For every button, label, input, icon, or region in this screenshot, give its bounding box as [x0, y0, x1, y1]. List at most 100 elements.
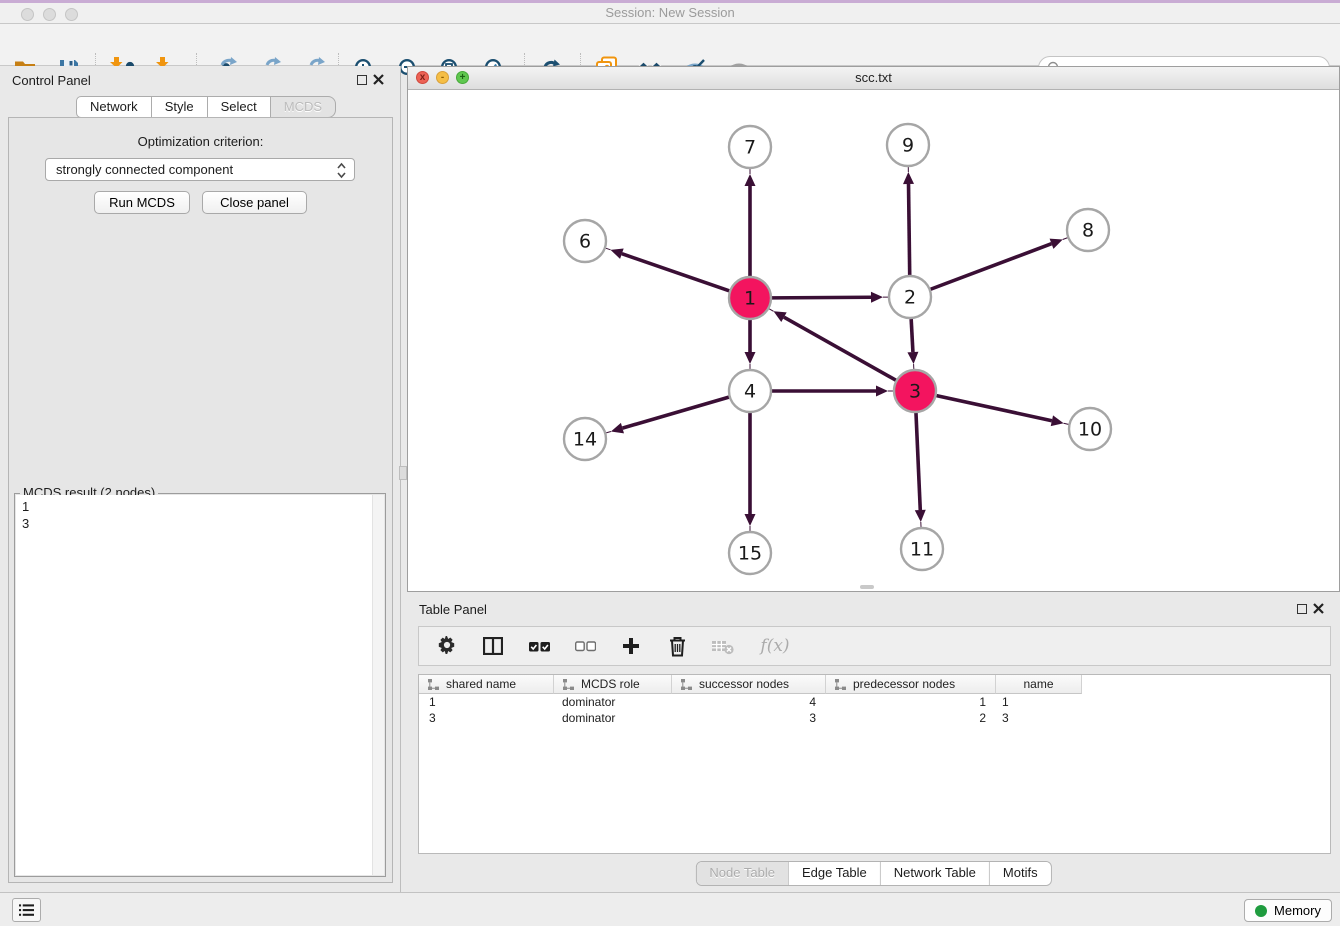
- network-view-window: x - + scc.txt 7968124314101511: [407, 66, 1340, 592]
- graph-edge-4-14[interactable]: [622, 397, 728, 428]
- graph-node-label: 2: [904, 287, 916, 309]
- tab-mcds[interactable]: MCDS: [270, 96, 336, 118]
- table-settings-button[interactable]: [435, 634, 459, 658]
- table-cell[interactable]: dominator: [554, 711, 672, 725]
- column-header-name[interactable]: name: [996, 675, 1082, 694]
- graph-edge-arrow: [907, 352, 918, 364]
- mcds-result-text[interactable]: 1 3: [16, 495, 384, 875]
- graph-node-label: 15: [738, 543, 762, 565]
- show-columns-button[interactable]: [481, 634, 505, 658]
- table-cell[interactable]: 3: [996, 711, 1082, 725]
- hierarchy-icon: [563, 679, 574, 690]
- graph-edge-arrow: [611, 423, 624, 434]
- graph-edge-arrow: [745, 174, 756, 186]
- close-table-panel-icon[interactable]: [1313, 601, 1325, 615]
- resize-grip[interactable]: [860, 585, 874, 589]
- graph-edge-arrow: [611, 249, 624, 259]
- graph-node-label: 3: [909, 381, 921, 403]
- tab-motifs[interactable]: Motifs: [989, 862, 1051, 885]
- close-panel-icon[interactable]: [373, 72, 385, 86]
- optimization-criterion-label: Optimization criterion:: [9, 134, 392, 149]
- create-column-button[interactable]: [619, 634, 643, 658]
- graph-edge-3-1[interactable]: [784, 317, 896, 380]
- graph-node-label: 11: [910, 539, 934, 561]
- result-scrollbar[interactable]: [372, 495, 384, 875]
- table-cell[interactable]: 1: [996, 695, 1082, 709]
- node-table-header: shared name MCDS role successor nodes pr…: [419, 675, 1330, 694]
- node-table: shared name MCDS role successor nodes pr…: [418, 674, 1331, 854]
- run-mcds-button[interactable]: Run MCDS: [94, 191, 190, 214]
- tab-edge-table[interactable]: Edge Table: [788, 862, 880, 885]
- criterion-dropdown[interactable]: strongly connected component: [45, 158, 355, 181]
- graph-edge-tip: [606, 248, 611, 250]
- table-cell[interactable]: dominator: [554, 695, 672, 709]
- mcds-panel: Optimization criterion: strongly connect…: [8, 117, 393, 883]
- column-header-successor-nodes[interactable]: successor nodes: [672, 675, 826, 694]
- select-all-columns-button[interactable]: [527, 634, 551, 658]
- tab-node-table[interactable]: Node Table: [696, 862, 788, 885]
- table-panel: Table Panel: [407, 595, 1340, 890]
- graph-node-label: 10: [1078, 419, 1102, 441]
- network-window-titlebar[interactable]: x - + scc.txt: [408, 67, 1339, 90]
- graph-node-label: 8: [1082, 220, 1094, 242]
- main-toolbar: [0, 24, 1340, 66]
- column-header-mcds-role[interactable]: MCDS role: [554, 675, 672, 694]
- float-panel-icon[interactable]: [357, 75, 367, 85]
- hierarchy-icon: [681, 679, 692, 690]
- table-cell[interactable]: 1: [419, 695, 554, 709]
- table-cell[interactable]: 3: [672, 711, 826, 725]
- graph-edge-2-9[interactable]: [909, 184, 910, 275]
- tab-style[interactable]: Style: [151, 96, 208, 118]
- table-cell[interactable]: 3: [419, 711, 554, 725]
- deselect-all-columns-button[interactable]: [573, 634, 597, 658]
- memory-button[interactable]: Memory: [1244, 899, 1332, 922]
- hierarchy-icon: [835, 679, 846, 690]
- graph-node-label: 4: [744, 381, 756, 403]
- table-cell[interactable]: 4: [672, 695, 826, 709]
- graph-edge-tip: [606, 431, 611, 432]
- graph-edge-arrow: [903, 172, 914, 184]
- close-panel-button[interactable]: Close panel: [202, 191, 307, 214]
- graph-edge-arrow: [1051, 415, 1064, 426]
- graph-edge-1-6[interactable]: [622, 254, 729, 291]
- delete-column-button[interactable]: [665, 634, 689, 658]
- task-history-button[interactable]: [12, 898, 41, 922]
- table-tabs: Node Table Edge Table Network Table Moti…: [695, 861, 1051, 886]
- delete-table-button: [711, 634, 735, 658]
- table-row[interactable]: 3dominator323: [419, 710, 1330, 726]
- columns-icon: [483, 637, 503, 655]
- node-table-body: 1dominator4113dominator323: [419, 694, 1330, 726]
- table-row[interactable]: 1dominator411: [419, 694, 1330, 710]
- control-panel-tabs: Network Style Select MCDS: [77, 96, 336, 118]
- float-table-panel-icon[interactable]: [1297, 604, 1307, 614]
- memory-label: Memory: [1274, 903, 1321, 918]
- list-icon: [19, 903, 34, 917]
- panel-splitter-handle[interactable]: [399, 466, 407, 480]
- select-all-icon: [529, 640, 550, 653]
- tab-network[interactable]: Network: [76, 96, 152, 118]
- graph-edge-2-3[interactable]: [911, 319, 913, 352]
- table-cell[interactable]: 2: [826, 711, 996, 725]
- tab-select[interactable]: Select: [207, 96, 271, 118]
- status-bar: Memory: [0, 892, 1340, 926]
- column-header-shared-name[interactable]: shared name: [419, 675, 554, 694]
- trash-icon: [668, 636, 687, 657]
- table-panel-header: Table Panel: [407, 595, 1340, 623]
- graph-edge-3-10[interactable]: [936, 396, 1051, 421]
- function-builder-button: f(x): [757, 634, 793, 658]
- table-cell[interactable]: 1: [826, 695, 996, 709]
- window-title: Session: New Session: [0, 3, 1340, 23]
- network-graph[interactable]: 7968124314101511: [408, 89, 1339, 591]
- graph-edge-3-11[interactable]: [916, 413, 920, 510]
- function-icon: f(x): [760, 636, 789, 656]
- graph-edge-2-8[interactable]: [931, 244, 1052, 290]
- graph-node-label: 9: [902, 135, 914, 157]
- column-header-predecessor-nodes[interactable]: predecessor nodes: [826, 675, 996, 694]
- graph-edge-tip: [1063, 238, 1068, 240]
- hierarchy-icon: [428, 679, 439, 690]
- tab-network-table[interactable]: Network Table: [880, 862, 989, 885]
- graph-edge-tip: [1064, 423, 1069, 424]
- control-panel-title: Control Panel: [12, 73, 91, 88]
- graph-edge-1-2[interactable]: [772, 297, 871, 298]
- table-toolbar: f(x): [418, 626, 1331, 666]
